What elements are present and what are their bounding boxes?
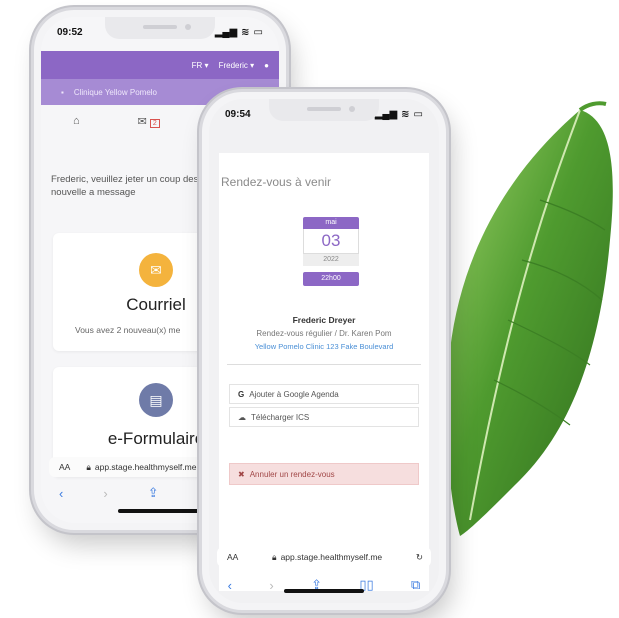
calendar-day: 03 <box>303 229 359 254</box>
back-icon[interactable]: ‹ <box>59 486 63 501</box>
download-ics-label: Télécharger ICS <box>251 412 310 422</box>
clinic-name: Clinique Yellow Pomelo <box>73 87 158 97</box>
address-bar[interactable]: AA 🔒︎ app.stage.healthmyself.me ↻ <box>217 547 431 567</box>
leaf-image <box>446 101 613 536</box>
back-icon[interactable]: ‹ <box>228 578 232 593</box>
lock-icon: 🔒︎ <box>86 461 91 472</box>
forward-icon[interactable]: › <box>103 486 107 501</box>
wifi-icon: ≋ <box>401 108 410 120</box>
home-indicator <box>284 589 364 593</box>
share-icon[interactable]: ⇪ <box>148 485 159 501</box>
user-dropdown[interactable]: Frederic ▾ <box>219 61 255 70</box>
divider <box>227 364 421 365</box>
phone-mockup-front: 09:54 ▂▄▆ ≋ ▭ Rendez-vous à venir mai 03… <box>202 92 446 610</box>
add-google-calendar-label: Ajouter à Google Agenda <box>249 389 339 399</box>
wifi-icon: ≋ <box>241 26 250 38</box>
battery-icon: ▭ <box>253 26 263 38</box>
calendar-month: mai <box>303 217 359 229</box>
envelope-icon: ✉ <box>139 253 173 287</box>
top-nav-bar: FR ▾ Frederic ▾ ● <box>41 51 279 79</box>
mail-count-badge: 2 <box>149 118 160 128</box>
url-text: app.stage.healthmyself.me <box>280 552 383 562</box>
clinic-icon: ▪ <box>61 87 64 97</box>
date-widget: mai 03 2022 22h00 <box>303 217 359 286</box>
home-icon[interactable]: ⌂ <box>73 115 80 127</box>
signal-icon: ▂▄▆ <box>214 26 238 38</box>
text-size-button[interactable]: AA <box>227 552 238 562</box>
mail-card-subtitle: Vous avez 2 nouveau(x) me <box>75 325 181 335</box>
inbox-icon: ✉ <box>137 115 147 128</box>
add-google-calendar-button[interactable]: G Ajouter à Google Agenda <box>229 384 419 404</box>
notch <box>105 17 215 39</box>
language-dropdown[interactable]: FR ▾ <box>192 61 209 70</box>
phone-screen: 09:54 ▂▄▆ ≋ ▭ Rendez-vous à venir mai 03… <box>209 99 439 603</box>
reload-icon[interactable]: ↻ <box>416 552 423 563</box>
download-ics-button[interactable]: ☁ Télécharger ICS <box>229 407 419 427</box>
patient-name: Frederic Dreyer <box>292 315 356 325</box>
text-size-button[interactable]: AA <box>59 462 70 472</box>
google-icon: G <box>238 389 245 399</box>
notch <box>269 99 379 121</box>
cloud-download-icon: ☁ <box>238 412 246 422</box>
clinic-location-link[interactable]: Yellow Pomelo Clinic 123 Fake Boulevard <box>209 342 439 351</box>
form-icon: ▤ <box>139 383 173 417</box>
inbox-nav[interactable]: ✉ 2 <box>138 115 160 128</box>
lock-icon: 🔒︎ <box>272 551 277 562</box>
page-title: Rendez-vous à venir <box>221 175 332 189</box>
tabs-icon[interactable]: ⧉ <box>411 577 420 593</box>
user-avatar-icon[interactable]: ● <box>264 61 269 70</box>
close-icon: ✖ <box>238 469 245 479</box>
cancel-appointment-button[interactable]: ✖ Annuler un rendez-vous <box>229 463 419 485</box>
home-indicator <box>118 509 202 513</box>
cancel-appointment-label: Annuler un rendez-vous <box>249 469 335 479</box>
appointment-time: 22h00 <box>303 272 359 286</box>
forward-icon[interactable]: › <box>269 578 273 593</box>
battery-icon: ▭ <box>413 108 423 120</box>
browser-toolbar: ‹ › ⇪ ▯▯ ⧉ <box>209 573 439 597</box>
appointment-type: Rendez-vous régulier / Dr. Karen Pom <box>256 329 392 338</box>
calendar-year: 2022 <box>303 254 359 266</box>
url-text: app.stage.healthmyself.me <box>94 462 197 472</box>
